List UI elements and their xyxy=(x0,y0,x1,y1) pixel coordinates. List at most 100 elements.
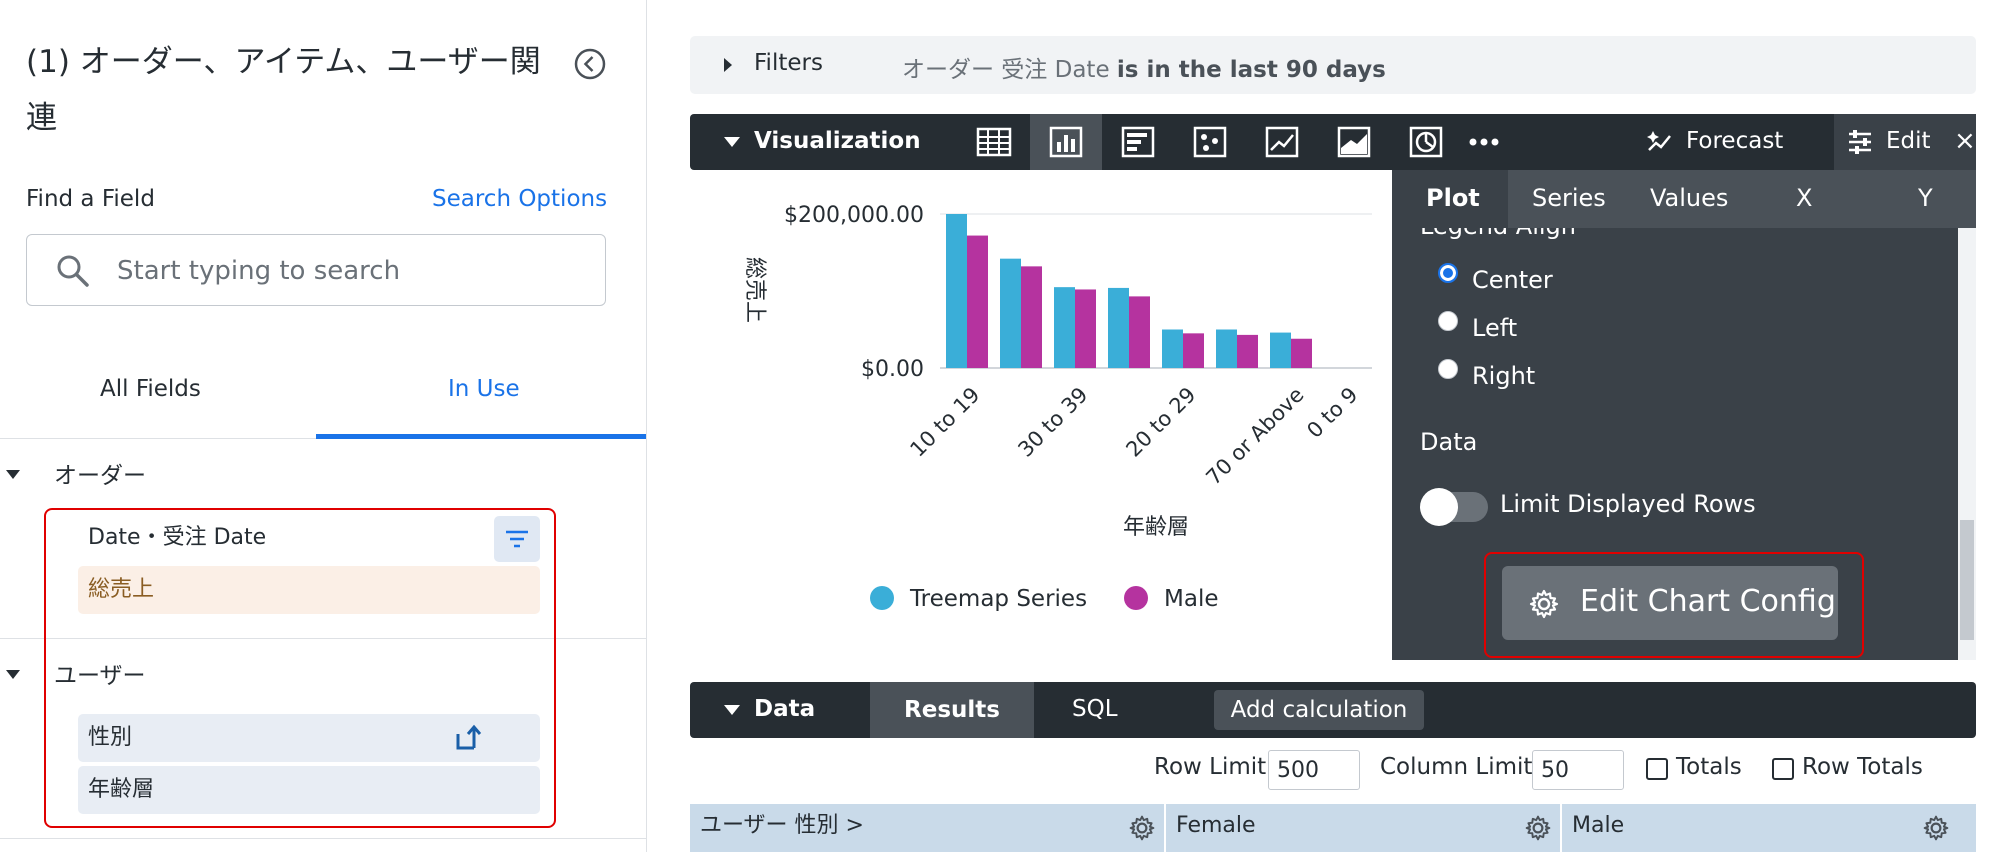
filter-field-name: オーダー 受注 Date xyxy=(902,57,1110,83)
row-totals-checkbox[interactable] xyxy=(1772,758,1794,780)
bar xyxy=(1183,333,1204,368)
collapse-panel-icon[interactable] xyxy=(574,48,606,80)
filters-label[interactable]: Filters xyxy=(754,50,823,76)
radio-left[interactable] xyxy=(1438,311,1458,331)
radio-right[interactable] xyxy=(1438,359,1458,379)
field-picker-panel: (1) オーダー、アイテム、ユーザー関連 Find a Field Search… xyxy=(0,0,647,852)
totals-label[interactable]: Totals xyxy=(1676,754,1742,780)
search-options-link[interactable]: Search Options xyxy=(432,186,607,212)
pie-chart-icon[interactable] xyxy=(1390,114,1462,170)
column-chart-icon[interactable] xyxy=(1030,114,1102,170)
toggle-knob[interactable] xyxy=(1420,488,1458,526)
row-totals-label[interactable]: Row Totals xyxy=(1802,754,1923,780)
visualization-bar: Visualization Forecast Edit × xyxy=(690,114,1976,170)
data-section-label: Data xyxy=(1420,428,1478,456)
limit-rows-label: Limit Displayed Rows xyxy=(1500,490,1756,518)
search-icon xyxy=(55,253,91,289)
radio-right-label[interactable]: Right xyxy=(1472,362,1535,390)
tab-y[interactable]: Y xyxy=(1918,184,1933,212)
collapse-caret-icon[interactable] xyxy=(724,137,740,147)
tab-values[interactable]: Values xyxy=(1650,184,1728,212)
data-bar: Data Results SQL Add calculation xyxy=(690,682,1976,738)
legend-label: Treemap Series xyxy=(909,586,1087,612)
group-collapse-caret-icon[interactable] xyxy=(6,470,20,479)
collapse-caret-icon[interactable] xyxy=(724,705,740,715)
gear-icon[interactable] xyxy=(1922,814,1950,842)
edit-button[interactable]: Edit xyxy=(1886,128,1931,154)
bar xyxy=(1054,287,1075,368)
tab-x[interactable]: X xyxy=(1796,184,1812,212)
search-input[interactable] xyxy=(115,247,589,295)
legend-label: Male xyxy=(1164,586,1218,612)
column-header-female[interactable]: Female xyxy=(1176,804,1256,852)
tab-all-fields[interactable]: All Fields xyxy=(100,376,201,402)
row-limit-input[interactable] xyxy=(1268,750,1360,790)
column-header-male[interactable]: Male xyxy=(1572,804,1624,852)
expand-caret-icon[interactable] xyxy=(724,58,732,72)
x-tick-label: 20 to 29 xyxy=(1121,383,1200,462)
radio-left-label[interactable]: Left xyxy=(1472,314,1517,342)
filters-bar[interactable]: Filters オーダー 受注 Date is in the last 90 d… xyxy=(690,36,1976,94)
tab-series[interactable]: Series xyxy=(1532,184,1606,212)
area-chart-icon[interactable] xyxy=(1318,114,1390,170)
group-divider xyxy=(0,838,646,839)
pivot-header-label[interactable]: ユーザー 性別 > xyxy=(700,804,864,852)
radio-center[interactable] xyxy=(1438,263,1458,283)
column-limit-input[interactable] xyxy=(1532,750,1624,790)
column-separator xyxy=(1560,804,1562,852)
scrollbar-thumb[interactable] xyxy=(1960,520,1974,640)
totals-checkbox[interactable] xyxy=(1646,758,1668,780)
tab-plot[interactable]: Plot xyxy=(1426,184,1480,212)
settings-sliders-icon[interactable] xyxy=(1846,128,1874,156)
close-icon[interactable]: × xyxy=(1954,126,1976,156)
gear-icon[interactable] xyxy=(1128,814,1156,842)
x-tick-label: 70 or Above xyxy=(1201,383,1308,490)
filters-summary: オーダー 受注 Date is in the last 90 days xyxy=(902,50,1386,84)
x-tick-label: 0 to 9 xyxy=(1302,383,1362,443)
bar xyxy=(1021,266,1042,368)
bar-chart-icon[interactable] xyxy=(1102,114,1174,170)
bar xyxy=(1000,258,1021,368)
highlight-box xyxy=(44,508,556,828)
legend-marker xyxy=(1124,586,1148,610)
bar xyxy=(1216,329,1237,368)
legend-align-label: Legend Align xyxy=(1420,228,1576,240)
data-label[interactable]: Data xyxy=(754,696,815,722)
tab-in-use[interactable]: In Use xyxy=(448,376,520,402)
column-separator xyxy=(1164,804,1166,852)
legend-marker xyxy=(870,586,894,610)
forecast-icon[interactable] xyxy=(1646,128,1674,156)
bar xyxy=(1108,287,1129,368)
find-field-label: Find a Field xyxy=(26,186,155,212)
y-tick-label: $0.00 xyxy=(861,357,924,382)
more-icon[interactable] xyxy=(1456,114,1512,170)
explore-title: (1) オーダー、アイテム、ユーザー関連 xyxy=(26,44,541,136)
group-label-orders[interactable]: オーダー xyxy=(54,456,146,490)
radio-center-label[interactable]: Center xyxy=(1472,266,1553,294)
add-calculation-button[interactable]: Add calculation xyxy=(1214,690,1424,730)
y-axis-label: 総売上 xyxy=(742,257,767,323)
bar xyxy=(1162,329,1183,368)
active-tab-indicator xyxy=(316,434,646,439)
gear-icon[interactable] xyxy=(1524,814,1552,842)
column-limit-label: Column Limit xyxy=(1380,754,1533,780)
visualization-label[interactable]: Visualization xyxy=(754,128,921,154)
table-icon[interactable] xyxy=(958,114,1030,170)
tab-sql[interactable]: SQL xyxy=(1072,696,1118,722)
highlight-box xyxy=(1484,552,1864,658)
field-search-box[interactable] xyxy=(26,234,606,306)
bar xyxy=(1129,296,1150,368)
x-tick-label: 10 to 19 xyxy=(905,383,984,462)
y-tick-label: $200,000.00 xyxy=(784,203,924,228)
results-table-header: ユーザー 性別 > Female Male xyxy=(690,804,1976,852)
scatter-chart-icon[interactable] xyxy=(1174,114,1246,170)
line-chart-icon[interactable] xyxy=(1246,114,1318,170)
column-chart: $200,000.00 $0.0010 to 19 30 to 39 20 to 29… xyxy=(742,203,1372,612)
bar xyxy=(1291,338,1312,368)
group-collapse-caret-icon[interactable] xyxy=(6,670,20,679)
tab-results[interactable]: Results xyxy=(870,682,1034,738)
forecast-button[interactable]: Forecast xyxy=(1686,128,1783,154)
chart-area: $200,000.00 $0.00 10 to 19 30 to 39 20 to 29… xyxy=(700,180,1380,640)
bar xyxy=(1237,334,1258,368)
bar xyxy=(1075,289,1096,368)
